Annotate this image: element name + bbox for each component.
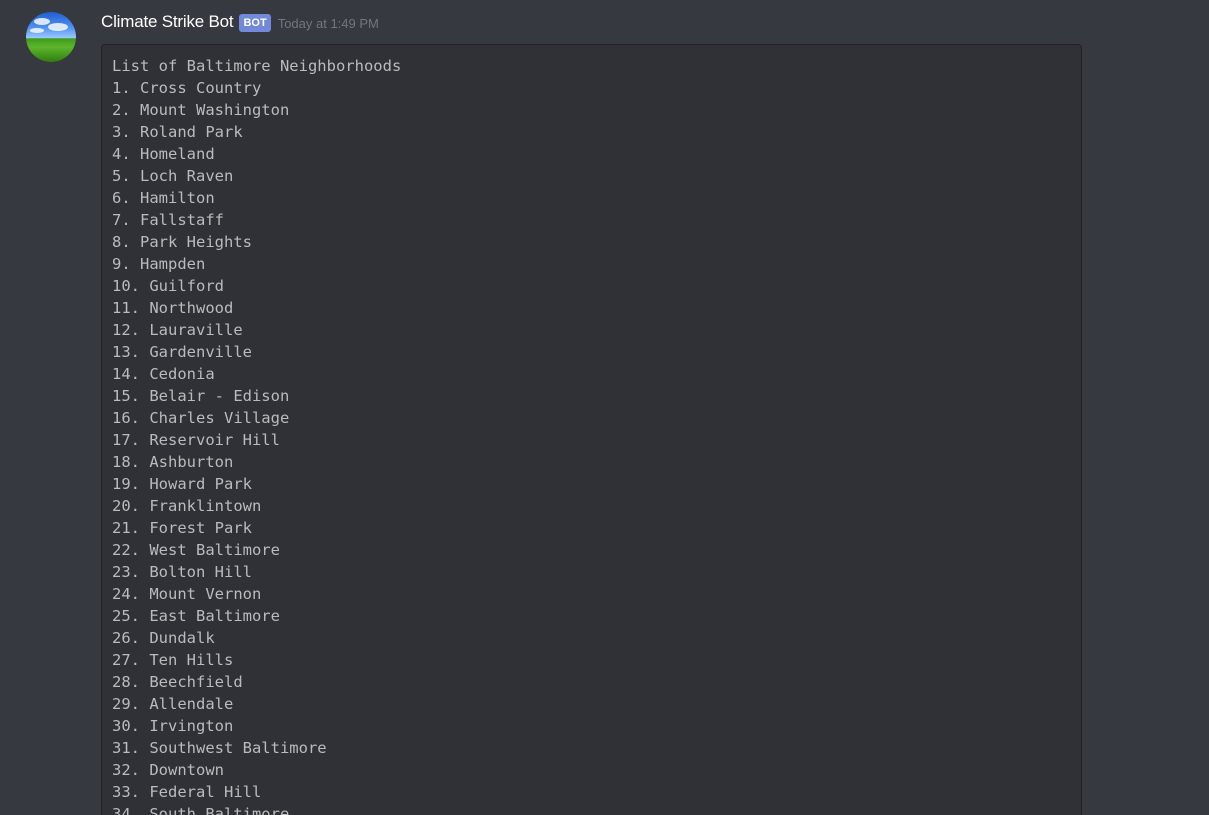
bot-badge: BOT: [239, 14, 271, 32]
neighborhood-list-item: 30. Irvington: [112, 717, 234, 735]
chat-message: Climate Strike Bot BOT Today at 1:49 PM …: [0, 0, 1209, 815]
neighborhood-list-item: 3. Roland Park: [112, 123, 243, 141]
code-block-title: List of Baltimore Neighborhoods: [112, 57, 402, 75]
neighborhood-list-item: 19. Howard Park: [112, 475, 252, 493]
neighborhood-list-item: 5. Loch Raven: [112, 167, 234, 185]
neighborhood-list-item: 15. Belair - Edison: [112, 387, 290, 405]
neighborhood-list-item: 18. Ashburton: [112, 453, 234, 471]
neighborhood-list-item: 33. Federal Hill: [112, 783, 262, 801]
neighborhood-list-item: 20. Franklintown: [112, 497, 262, 515]
neighborhood-list-item: 13. Gardenville: [112, 343, 252, 361]
neighborhood-list-item: 25. East Baltimore: [112, 607, 280, 625]
message-header: Climate Strike Bot BOT Today at 1:49 PM: [101, 10, 379, 34]
neighborhood-list-item: 14. Cedonia: [112, 365, 215, 383]
neighborhood-list-item: 29. Allendale: [112, 695, 234, 713]
neighborhood-list-item: 26. Dundalk: [112, 629, 215, 647]
neighborhood-list-item: 23. Bolton Hill: [112, 563, 252, 581]
neighborhood-list-item: 31. Southwest Baltimore: [112, 739, 327, 757]
neighborhood-list-item: 7. Fallstaff: [112, 211, 224, 229]
neighborhood-list-item: 27. Ten Hills: [112, 651, 234, 669]
neighborhood-list-item: 32. Downtown: [112, 761, 224, 779]
neighborhood-list-item: 1. Cross Country: [112, 79, 262, 97]
neighborhood-list-item: 6. Hamilton: [112, 189, 215, 207]
neighborhood-list-item: 24. Mount Vernon: [112, 585, 262, 603]
code-block: List of Baltimore Neighborhoods 1. Cross …: [101, 44, 1082, 815]
neighborhood-list-item: 21. Forest Park: [112, 519, 252, 537]
neighborhood-list-item: 12. Lauraville: [112, 321, 243, 339]
neighborhood-list-item: 11. Northwood: [112, 299, 234, 317]
neighborhood-list-item: 22. West Baltimore: [112, 541, 280, 559]
neighborhood-list-item: 10. Guilford: [112, 277, 224, 295]
neighborhood-list-item: 2. Mount Washington: [112, 101, 290, 119]
timestamp: Today at 1:49 PM: [277, 15, 379, 31]
neighborhood-list-item: 28. Beechfield: [112, 673, 243, 691]
avatar[interactable]: [26, 12, 76, 62]
neighborhood-list-item: 16. Charles Village: [112, 409, 290, 427]
username[interactable]: Climate Strike Bot: [101, 12, 234, 32]
neighborhood-list-item: 4. Homeland: [112, 145, 215, 163]
neighborhood-list-item: 34. South Baltimore: [112, 805, 290, 815]
neighborhood-list-item: 17. Reservoir Hill: [112, 431, 280, 449]
neighborhood-list-item: 8. Park Heights: [112, 233, 252, 251]
neighborhood-list-item: 9. Hampden: [112, 255, 206, 273]
